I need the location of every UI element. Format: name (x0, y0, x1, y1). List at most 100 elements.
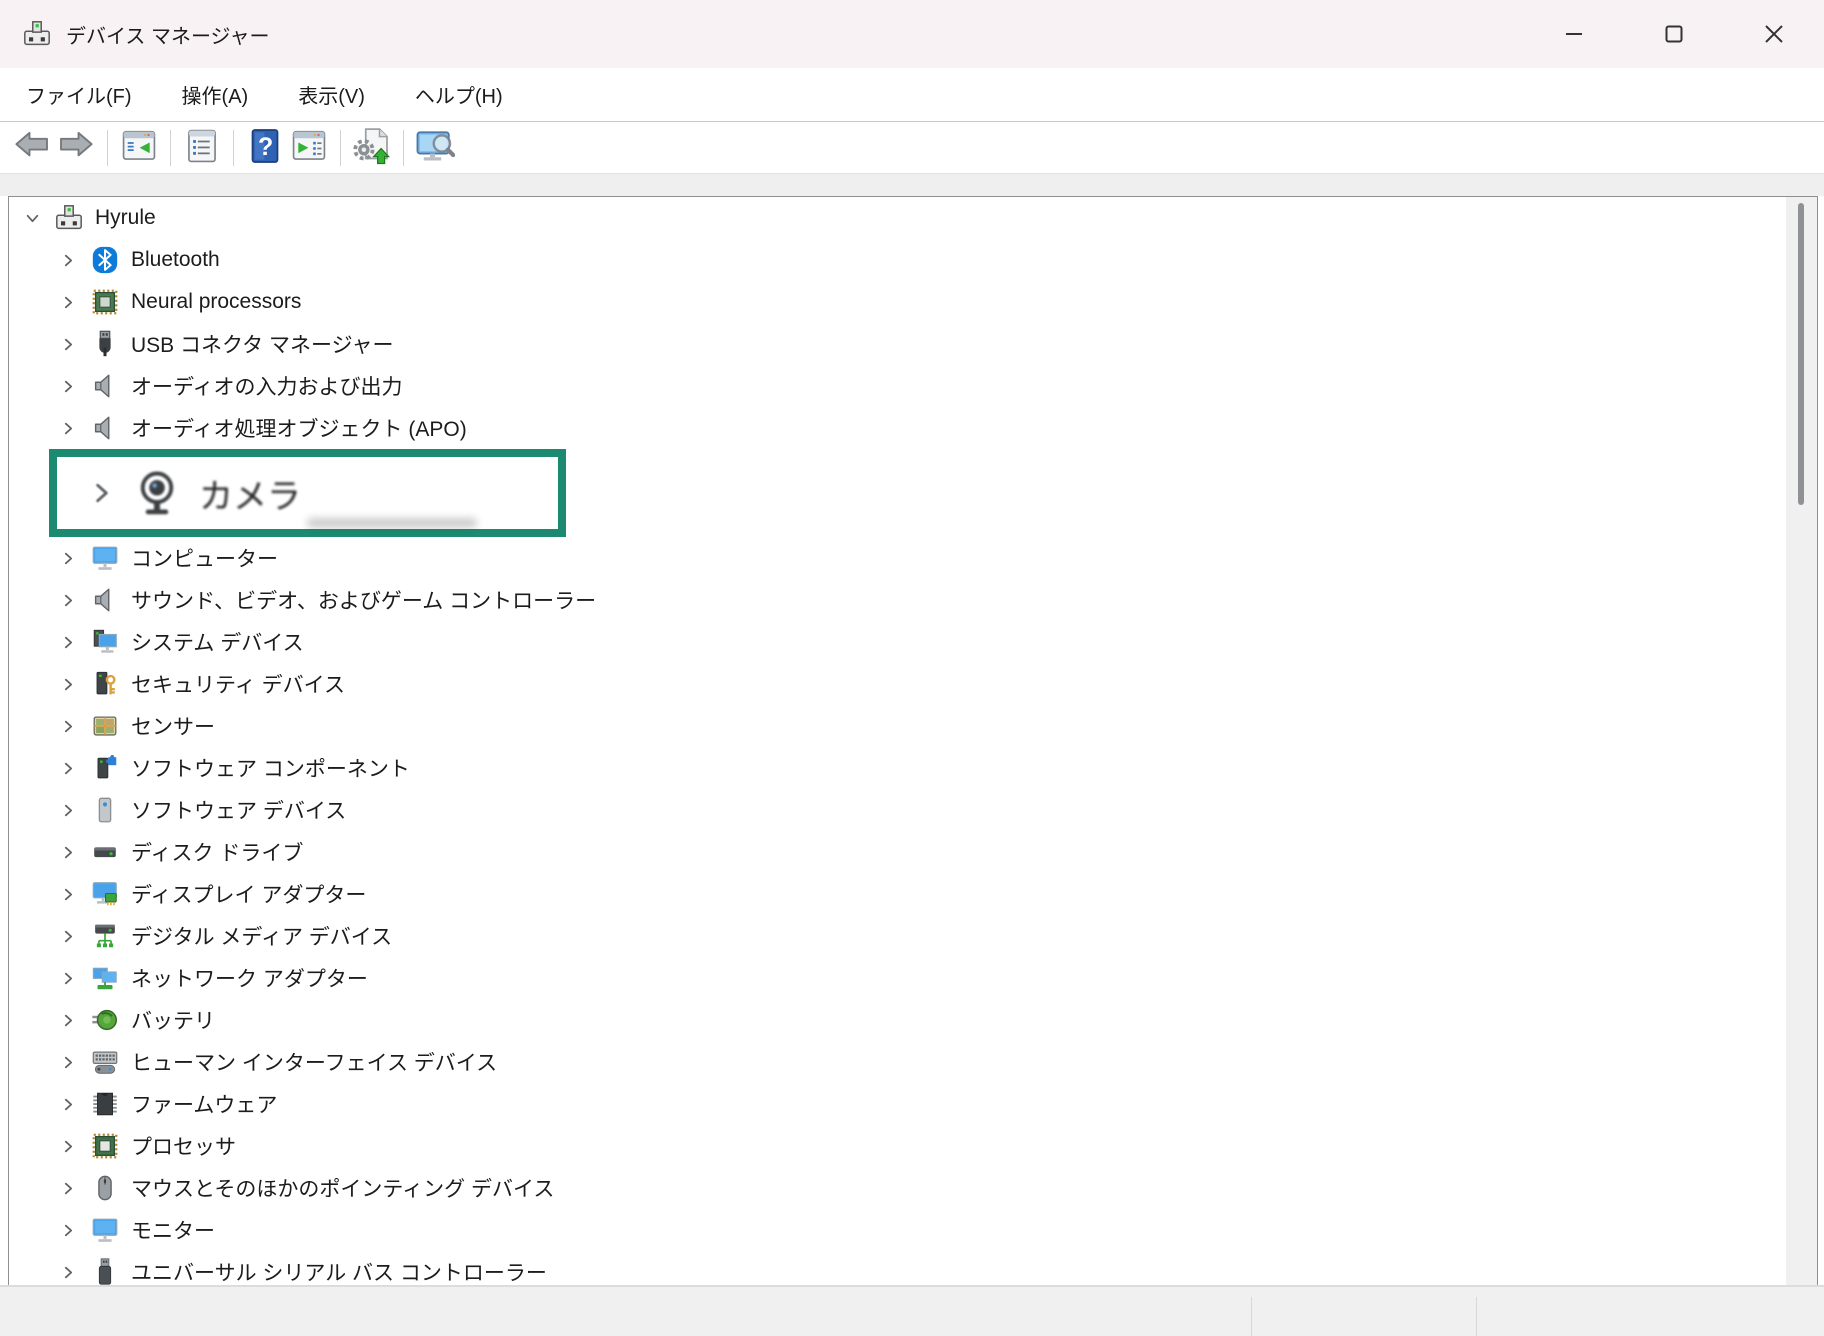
menu-help[interactable]: ヘルプ(H) (409, 76, 509, 113)
window-title: デバイス マネージャー (66, 20, 270, 49)
mice-pointing-devices-icon (89, 1172, 121, 1204)
maximize-button[interactable] (1624, 0, 1724, 68)
menu-action[interactable]: 操作(A) (176, 76, 255, 113)
expand-chevron-icon[interactable] (57, 799, 79, 821)
tree-item-usb-connector-manager[interactable]: USB コネクタ マネージャー (9, 323, 1785, 365)
expand-chevron-icon[interactable] (57, 1219, 79, 1241)
tree-item-label: サウンド、ビデオ、およびゲーム コントローラー (131, 585, 596, 615)
close-button[interactable] (1724, 0, 1824, 68)
hyrule-icon (53, 202, 85, 234)
menu-view[interactable]: 表示(V) (292, 76, 371, 113)
expand-chevron-icon[interactable] (57, 249, 79, 271)
expand-chevron-icon[interactable] (89, 482, 115, 504)
expand-chevron-icon[interactable] (57, 1261, 79, 1283)
tree-item-system-devices[interactable]: システム デバイス (9, 621, 1785, 663)
tree-item-software-devices[interactable]: ソフトウェア デバイス (9, 789, 1785, 831)
tree-item-hyrule[interactable]: Hyrule (9, 197, 1785, 239)
display-adapters-icon (89, 878, 121, 910)
expand-chevron-icon[interactable] (57, 291, 79, 313)
tree-item-mice-pointing-devices[interactable]: マウスとそのほかのポインティング デバイス (9, 1167, 1785, 1209)
expand-chevron-icon[interactable] (57, 547, 79, 569)
tree-item-computer[interactable]: コンピューター (9, 537, 1785, 579)
tree-item-sensors[interactable]: センサー (9, 705, 1785, 747)
toolbar-separator (340, 130, 341, 166)
bluetooth-icon (89, 244, 121, 276)
vertical-scrollbar[interactable] (1786, 197, 1817, 1286)
minimize-button[interactable] (1524, 0, 1624, 68)
expand-chevron-icon[interactable] (57, 589, 79, 611)
help-button[interactable]: ? (243, 126, 287, 170)
digital-media-devices-icon (89, 920, 121, 952)
tree-item-human-interface-devices[interactable]: ヒューマン インターフェイス デバイス (9, 1041, 1785, 1083)
tree-item-disk-drives[interactable]: ディスク ドライブ (9, 831, 1785, 873)
tree-item-label: カメラ (199, 469, 301, 518)
expand-chevron-icon[interactable] (57, 1177, 79, 1199)
scan-hardware-changes-button[interactable] (350, 126, 394, 170)
expand-chevron-icon[interactable] (57, 375, 79, 397)
human-interface-devices-icon (89, 1046, 121, 1078)
network-adapters-icon (89, 962, 121, 994)
properties-button[interactable] (180, 126, 224, 170)
expand-chevron-icon[interactable] (57, 673, 79, 695)
show-console-tree-button[interactable] (117, 126, 161, 170)
tree-item-usb-controllers[interactable]: ユニバーサル シリアル バス コントローラー (9, 1251, 1785, 1287)
tree-item-label: ソフトウェア デバイス (131, 795, 346, 825)
tree-item-label: ディスク ドライブ (131, 837, 303, 867)
tree-item-monitors[interactable]: モニター (9, 1209, 1785, 1251)
expand-chevron-icon[interactable] (57, 417, 79, 439)
forward-button[interactable] (54, 126, 98, 170)
camera-icon (131, 467, 183, 519)
tree-item-firmware[interactable]: ファームウェア (9, 1083, 1785, 1125)
tree-item-neural-processors[interactable]: Neural processors (9, 281, 1785, 323)
tree-item-camera[interactable]: カメラ (49, 449, 566, 537)
menu-file[interactable]: ファイル(F) (20, 76, 138, 113)
expand-chevron-icon[interactable] (57, 1051, 79, 1073)
tree-item-label: マウスとそのほかのポインティング デバイス (131, 1173, 554, 1203)
expand-chevron-icon[interactable] (57, 967, 79, 989)
tree-item-display-adapters[interactable]: ディスプレイ アダプター (9, 873, 1785, 915)
maximize-icon (1663, 23, 1685, 45)
tree-item-network-adapters[interactable]: ネットワーク アダプター (9, 957, 1785, 999)
minimize-icon (1563, 23, 1585, 45)
status-bar (0, 1285, 1824, 1336)
back-arrow-icon (12, 126, 52, 171)
expand-chevron-icon[interactable] (57, 1093, 79, 1115)
expand-chevron-icon[interactable] (57, 925, 79, 947)
tree-item-batteries[interactable]: バッテリ (9, 999, 1785, 1041)
tree-item-label: オーディオの入力および出力 (131, 371, 403, 401)
software-components-icon (89, 752, 121, 784)
tree-item-label: Neural processors (131, 290, 301, 314)
action-pane-button[interactable] (287, 126, 331, 170)
expand-chevron-icon[interactable] (57, 333, 79, 355)
tree-item-software-components[interactable]: ソフトウェア コンポーネント (9, 747, 1785, 789)
back-button[interactable] (10, 126, 54, 170)
expand-chevron-icon[interactable] (57, 841, 79, 863)
expand-chevron-icon[interactable] (57, 757, 79, 779)
tree-item-sound-video-game-controllers[interactable]: サウンド、ビデオ、およびゲーム コントローラー (9, 579, 1785, 621)
help-icon: ? (246, 127, 284, 170)
remote-computer-button[interactable] (413, 126, 457, 170)
properties-icon (183, 127, 221, 170)
tree-item-audio-inputs-outputs[interactable]: オーディオの入力および出力 (9, 365, 1785, 407)
forward-arrow-icon (56, 126, 96, 171)
tree-item-processors[interactable]: プロセッサ (9, 1125, 1785, 1167)
tree-item-label: ネットワーク アダプター (131, 963, 368, 993)
tree-item-audio-processing-objects[interactable]: オーディオ処理オブジェクト (APO) (9, 407, 1785, 449)
audio-processing-objects-icon (89, 412, 121, 444)
tree-item-security-devices[interactable]: セキュリティ デバイス (9, 663, 1785, 705)
expand-chevron-icon[interactable] (57, 883, 79, 905)
batteries-icon (89, 1004, 121, 1036)
tree-item-label: セキュリティ デバイス (131, 669, 345, 699)
tree-item-label: デジタル メディア デバイス (131, 921, 392, 951)
expand-chevron-icon[interactable] (57, 715, 79, 737)
tree-item-bluetooth[interactable]: Bluetooth (9, 239, 1785, 281)
expand-chevron-icon[interactable] (57, 1009, 79, 1031)
expand-chevron-icon[interactable] (57, 631, 79, 653)
monitors-icon (89, 1214, 121, 1246)
menu-bar: ファイル(F) 操作(A) 表示(V) ヘルプ(H) (0, 68, 1824, 122)
tree-item-label: Bluetooth (131, 248, 220, 272)
scrollbar-thumb[interactable] (1798, 203, 1804, 505)
tree-item-digital-media-devices[interactable]: デジタル メディア デバイス (9, 915, 1785, 957)
collapse-chevron-icon[interactable] (21, 207, 43, 229)
expand-chevron-icon[interactable] (57, 1135, 79, 1157)
